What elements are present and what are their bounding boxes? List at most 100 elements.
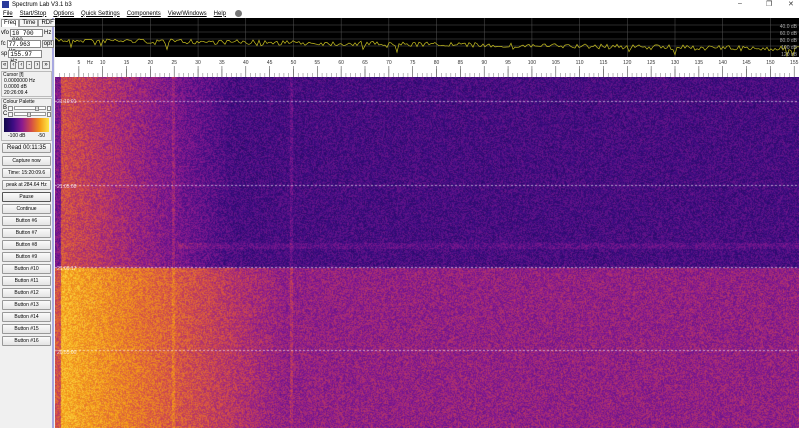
brightness-left-arrow-icon[interactable] xyxy=(8,105,13,111)
title-bar: Spectrum Lab V3.1 b3 – ❐ ✕ xyxy=(0,0,799,9)
contrast-left-arrow-icon[interactable] xyxy=(8,111,13,117)
custom-button[interactable]: Button #12 xyxy=(2,288,51,298)
db-label: 80.0 dB xyxy=(780,38,798,44)
scale-label: 50 xyxy=(291,60,297,66)
colour-palette-group: Colour Palette B C -100 dB -50 xyxy=(1,98,52,141)
nav-first-button[interactable]: « xyxy=(1,61,9,69)
db-label: 60.0 dB xyxy=(780,31,798,37)
menu-options[interactable]: Options xyxy=(53,11,74,17)
menu-file[interactable]: File xyxy=(3,11,13,17)
scale-label: 40 xyxy=(243,60,249,66)
custom-button[interactable]: Button #13 xyxy=(2,300,51,310)
scale-label: 10 xyxy=(100,60,106,66)
fc-input[interactable]: 77.963 Hz xyxy=(6,40,41,55)
custom-button[interactable]: Button #11 xyxy=(2,276,51,286)
scale-label: 110 xyxy=(576,60,584,66)
brightness-slider[interactable] xyxy=(13,106,46,111)
frequency-scale[interactable]: 5 10 15 20 25 30 35 40 45 50 55 60 65 70 75 80 85 90 95 100… xyxy=(55,57,799,77)
menu-help[interactable]: Help xyxy=(214,11,226,17)
fc-label: fc xyxy=(1,41,6,47)
scale-label: 145 xyxy=(742,60,751,66)
scale-label: 85 xyxy=(458,60,464,66)
scale-label: 65 xyxy=(362,60,368,66)
capture-now-button[interactable]: Capture now xyxy=(2,156,51,166)
menu-start-stop[interactable]: Start/Stop xyxy=(20,11,47,17)
custom-button[interactable]: Button #16 xyxy=(2,336,51,346)
scale-label: 130 xyxy=(671,60,680,66)
db-label: 100 dB xyxy=(781,45,798,51)
status-led-icon xyxy=(235,10,243,17)
custom-button[interactable]: Button #8 xyxy=(2,240,51,250)
close-button[interactable]: ✕ xyxy=(788,0,794,8)
custom-button[interactable]: Button #9 xyxy=(2,252,51,262)
read-button[interactable]: Read 00:11:35 xyxy=(2,143,51,153)
vfo-label: vfo xyxy=(1,30,10,36)
menu-components[interactable]: Components xyxy=(127,11,161,17)
tab-time[interactable]: Time xyxy=(19,19,39,27)
opt-button[interactable]: opt xyxy=(41,40,55,48)
peak-button[interactable]: peak at 284.64 Hz xyxy=(2,180,51,190)
spectrum-graph[interactable]: 40.0 dB60.0 dB80.0 dB100 dB120 dB xyxy=(55,18,799,57)
spectrum-trace xyxy=(55,37,799,57)
contrast-slider[interactable] xyxy=(13,112,46,117)
nav-center-button[interactable]: - xyxy=(26,61,33,69)
window-title: Spectrum Lab V3.1 b3 xyxy=(12,1,72,8)
custom-button[interactable]: Button #10 xyxy=(2,264,51,274)
vfo-input[interactable]: 10 700 000 xyxy=(10,29,44,44)
restore-button[interactable]: ❐ xyxy=(766,0,772,8)
contrast-right-arrow-icon[interactable] xyxy=(46,111,51,117)
scale-label: 115 xyxy=(599,60,607,66)
scale-label: 15 xyxy=(124,60,130,66)
span-input[interactable]: 155.97 Hz xyxy=(8,50,43,65)
custom-button[interactable]: Button #15 xyxy=(2,324,51,334)
nav-prev-button[interactable]: ‹ xyxy=(10,61,17,69)
palette-min-label: -100 dB xyxy=(8,133,26,139)
scale-label: 95 xyxy=(505,60,511,66)
app-icon xyxy=(2,1,9,8)
menu-view-windows[interactable]: View/Windows xyxy=(168,11,207,17)
scale-label: 135 xyxy=(695,60,704,66)
scale-label: 60 xyxy=(338,60,344,66)
menu-bar: File Start/Stop Options Quick Settings C… xyxy=(0,9,799,18)
scale-unit: Hz xyxy=(87,60,94,66)
menu-quick-settings[interactable]: Quick Settings xyxy=(81,11,120,17)
scale-label: 125 xyxy=(647,60,656,66)
scale-label: 30 xyxy=(195,60,201,66)
cursor-group: Cursor [f] 0.0000000 Hz 0.0000 dB 20:26:… xyxy=(1,71,52,97)
scale-label: 80 xyxy=(434,60,440,66)
nav-last-button[interactable]: » xyxy=(42,61,50,69)
custom-button[interactable]: Button #7 xyxy=(2,228,51,238)
nav-next-button[interactable]: › xyxy=(34,61,41,69)
waterfall-timestamp: 21:10:01 xyxy=(57,99,77,105)
scale-label: 100 xyxy=(528,60,537,66)
vfo-unit: Hz xyxy=(44,30,52,36)
waterfall-display[interactable] xyxy=(55,77,799,428)
custom-button[interactable]: Button #6 xyxy=(2,216,51,226)
cursor-time: 20:26:09.4 xyxy=(4,90,28,96)
scale-label: 150 xyxy=(766,60,775,66)
time-button[interactable]: Time: 15:20:09.6 xyxy=(2,168,51,178)
tab-freq[interactable]: Freq xyxy=(1,19,20,27)
scale-label: 155 xyxy=(790,60,799,66)
db-label: 40.0 dB xyxy=(780,24,798,30)
control-panel: Freq Time RDF vfo10 700 000Hz fc77.963 H… xyxy=(0,18,57,428)
scale-label: 20 xyxy=(148,60,154,66)
waterfall-timestamp: 20:55:00 xyxy=(57,350,77,356)
scale-label: 45 xyxy=(267,60,273,66)
minimize-button[interactable]: – xyxy=(738,0,742,7)
waterfall-timestamp: 21:05:08 xyxy=(57,184,77,190)
scale-label: 105 xyxy=(552,60,561,66)
brightness-right-arrow-icon[interactable] xyxy=(46,105,51,111)
custom-button[interactable]: Button #14 xyxy=(2,312,51,322)
nav-step-back-button[interactable]: ‹ xyxy=(18,61,25,69)
scale-label: 120 xyxy=(623,60,632,66)
scale-label: 70 xyxy=(386,60,392,66)
pause-button[interactable]: Pause xyxy=(2,192,51,202)
waterfall-timestamp: 21:00:17 xyxy=(57,266,77,272)
scale-label: 90 xyxy=(481,60,487,66)
continue-button[interactable]: Continue xyxy=(2,204,51,214)
scale-label: 75 xyxy=(410,60,416,66)
sp-label: sp xyxy=(1,51,8,57)
scale-label: 140 xyxy=(719,60,728,66)
colour-palette-bar xyxy=(4,118,49,132)
